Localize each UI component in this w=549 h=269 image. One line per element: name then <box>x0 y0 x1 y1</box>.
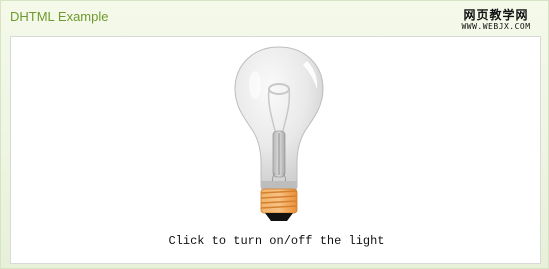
bulb-highlight-small <box>249 71 261 99</box>
demo-panel: Click to turn on/off the light <box>10 36 541 264</box>
bulb-screw-base <box>260 188 298 214</box>
instruction-caption: Click to turn on/off the light <box>168 234 385 248</box>
bulb-tip <box>265 213 293 221</box>
lightbulb-icon[interactable] <box>231 45 327 225</box>
page-title: DHTML Example <box>10 9 109 24</box>
watermark-sub-text: WWW.WEBJX.COM <box>461 22 531 31</box>
lightbulb-button[interactable] <box>231 45 327 225</box>
example-frame: DHTML Example 网页教学网 WWW.WEBJX.COM Click … <box>0 0 549 269</box>
watermark-main-text: 网页教学网 <box>463 8 529 22</box>
site-watermark: 网页教学网 WWW.WEBJX.COM <box>452 9 540 32</box>
